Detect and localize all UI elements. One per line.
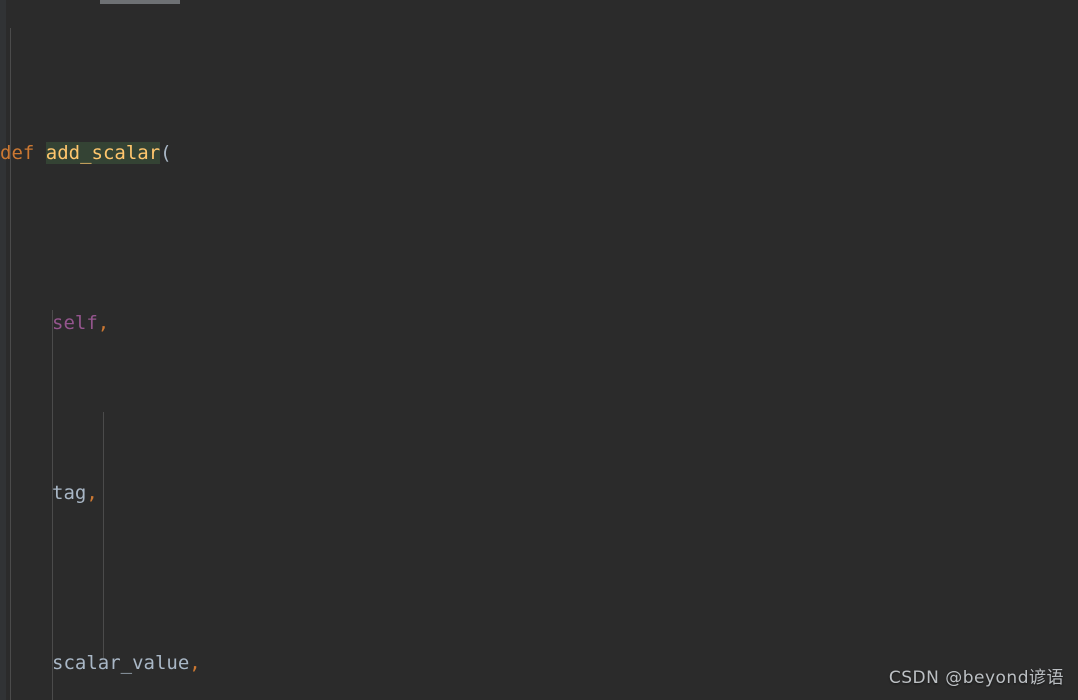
selection-highlight — [100, 0, 180, 4]
code-content[interactable]: def add_scalar( self, tag, scalar_value,… — [0, 0, 949, 700]
comma: , — [189, 652, 201, 674]
code-line-param-scalar-value[interactable]: scalar_value, — [0, 646, 949, 680]
comma: , — [97, 312, 110, 334]
code-editor[interactable]: def add_scalar( self, tag, scalar_value,… — [0, 0, 1078, 700]
param-name-tag: tag — [52, 482, 87, 504]
function-name: add_scalar — [45, 142, 161, 164]
code-line-def[interactable]: def add_scalar( — [0, 136, 949, 170]
param-name-self: self — [52, 312, 98, 334]
code-line-param-tag[interactable]: tag, — [0, 476, 949, 510]
comma: , — [86, 482, 98, 504]
open-paren: ( — [160, 142, 172, 164]
keyword-def: def — [0, 142, 35, 164]
watermark: CSDN @beyond谚语 — [888, 668, 1064, 688]
code-line-param-self[interactable]: self, — [0, 306, 949, 340]
param-name-scalar-value: scalar_value — [52, 652, 190, 674]
